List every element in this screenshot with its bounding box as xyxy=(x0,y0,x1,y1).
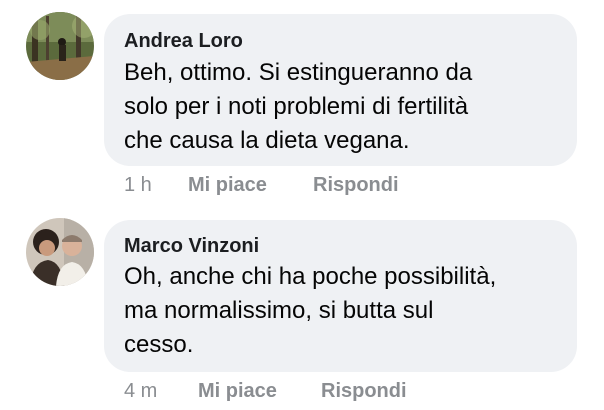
avatar-forest-image xyxy=(26,12,94,80)
comment-author[interactable]: Andrea Loro xyxy=(124,30,243,53)
comment-text-line: che causa la dieta vegana. xyxy=(124,127,410,154)
comment-bubble: Andrea Loro Beh, ottimo. Si estinguerann… xyxy=(104,14,577,166)
avatar-couple-image xyxy=(26,218,94,286)
reply-button[interactable]: Rispondi xyxy=(313,174,399,197)
avatar[interactable] xyxy=(26,12,94,80)
like-button[interactable]: Mi piace xyxy=(188,174,267,197)
avatar[interactable] xyxy=(26,218,94,286)
reply-button[interactable]: Rispondi xyxy=(321,380,407,403)
comment-text-line: Oh, anche chi ha poche possibilità, xyxy=(124,263,497,290)
comment-timestamp[interactable]: 4 m xyxy=(124,380,157,403)
comment-bubble: Marco Vinzoni Oh, anche chi ha poche pos… xyxy=(104,220,577,372)
comment-author[interactable]: Marco Vinzoni xyxy=(124,235,259,258)
comment-text: Oh, anche chi ha poche possibilità, ma n… xyxy=(124,260,559,362)
comment-text: Beh, ottimo. Si estingueranno da solo pe… xyxy=(124,56,559,158)
comment-timestamp[interactable]: 1 h xyxy=(124,174,152,197)
comment-text-line: Beh, ottimo. Si estingueranno da xyxy=(124,59,473,86)
like-button[interactable]: Mi piace xyxy=(198,380,277,403)
comment-text-line: solo per i noti problemi di fertilità xyxy=(124,93,469,120)
comment-text-line: cesso. xyxy=(124,331,194,358)
comment-text-line: ma normalissimo, si butta sul xyxy=(124,297,434,324)
